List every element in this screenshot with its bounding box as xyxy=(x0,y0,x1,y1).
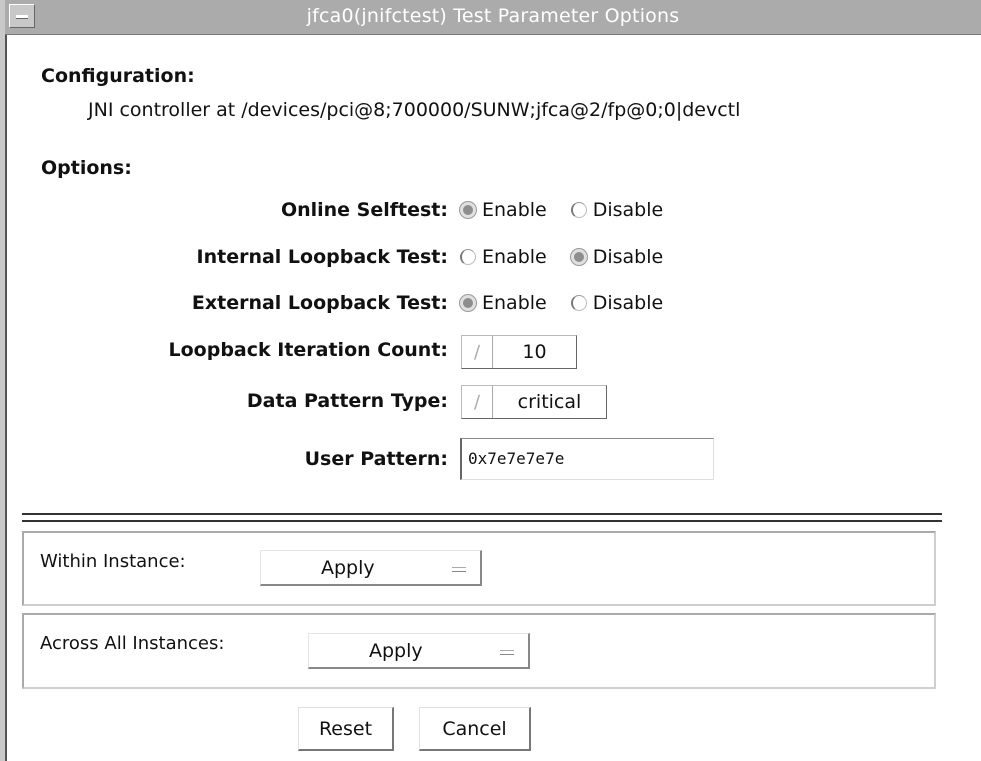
separator xyxy=(22,513,942,522)
options-heading: Options: xyxy=(41,157,132,179)
data-pattern-value: critical xyxy=(517,391,582,413)
within-instance-label: Within Instance: xyxy=(40,551,186,572)
data-pattern-spinner[interactable]: ∕ critical xyxy=(461,385,607,419)
radio-unselected-icon xyxy=(570,202,587,218)
radio-selected-icon xyxy=(460,295,476,311)
radio-label: Disable xyxy=(592,199,664,221)
radio-unselected-icon xyxy=(460,249,476,265)
radio-label: Enable xyxy=(482,246,547,268)
user-pattern-label: User Pattern: xyxy=(304,448,448,470)
radio-unselected-icon xyxy=(570,295,587,311)
external-loopback-label: External Loopback Test: xyxy=(191,292,448,314)
title-bar[interactable]: jfca0(jnifctest) Test Parameter Options xyxy=(5,0,981,35)
cancel-button[interactable]: Cancel xyxy=(419,707,531,751)
online-selftest-disable-radio[interactable]: Disable xyxy=(570,199,664,221)
data-pattern-label: Data Pattern Type: xyxy=(246,390,448,412)
spinner-arrow-icon[interactable]: ∕ xyxy=(462,386,493,418)
radio-selected-icon xyxy=(460,202,476,218)
iteration-count-value: 10 xyxy=(522,341,547,363)
online-selftest-radio-group: Enable Disable xyxy=(460,199,687,221)
reset-button[interactable]: Reset xyxy=(298,707,394,751)
configuration-value: JNI controller at /devices/pci@8;700000/… xyxy=(88,99,741,121)
internal-loopback-label: Internal Loopback Test: xyxy=(196,246,448,268)
across-instances-label: Across All Instances: xyxy=(40,633,225,654)
radio-label: Enable xyxy=(482,292,547,314)
across-instances-value: Apply xyxy=(369,639,423,662)
radio-label: Disable xyxy=(592,246,664,268)
option-menu-indicator-icon xyxy=(452,567,466,572)
online-selftest-label: Online Selftest: xyxy=(280,199,448,221)
option-menu-indicator-icon xyxy=(500,650,514,655)
internal-loopback-enable-radio[interactable]: Enable xyxy=(460,246,547,268)
spinner-arrow-icon[interactable]: ∕ xyxy=(462,336,493,368)
within-instance-value: Apply xyxy=(321,556,375,579)
across-instances-apply-menu[interactable]: Apply xyxy=(308,633,530,669)
within-instance-apply-menu[interactable]: Apply xyxy=(260,550,482,586)
iteration-count-label: Loopback Iteration Count: xyxy=(168,339,449,361)
window-left-border xyxy=(0,0,7,761)
radio-label: Disable xyxy=(592,292,664,314)
within-instance-group: Within Instance: Apply xyxy=(22,531,936,606)
across-instances-group: Across All Instances: Apply xyxy=(22,613,936,689)
iteration-count-spinner[interactable]: ∕ 10 xyxy=(461,335,577,369)
radio-selected-icon xyxy=(570,249,587,265)
user-pattern-input[interactable]: 0x7e7e7e7e xyxy=(460,438,714,480)
configuration-heading: Configuration: xyxy=(41,65,195,87)
online-selftest-enable-radio[interactable]: Enable xyxy=(460,199,547,221)
external-loopback-enable-radio[interactable]: Enable xyxy=(460,292,547,314)
radio-label: Enable xyxy=(482,199,547,221)
window-title: jfca0(jnifctest) Test Parameter Options xyxy=(306,5,680,27)
internal-loopback-radio-group: Enable Disable xyxy=(460,246,687,268)
external-loopback-disable-radio[interactable]: Disable xyxy=(570,292,664,314)
internal-loopback-disable-radio[interactable]: Disable xyxy=(570,246,664,268)
external-loopback-radio-group: Enable Disable xyxy=(460,292,687,314)
